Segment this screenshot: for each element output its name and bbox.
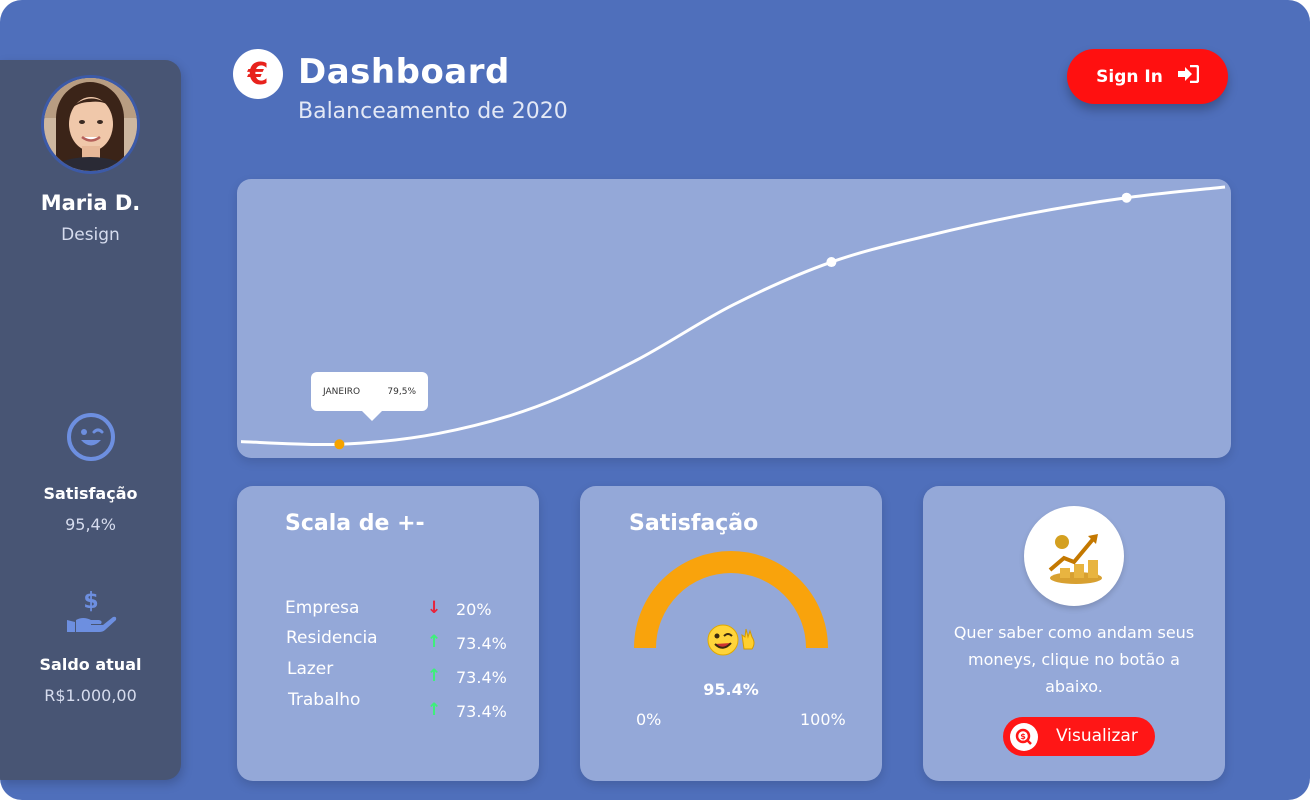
- view-button-label: Visualizar: [1056, 726, 1138, 746]
- balance-chart: JANEIRO 79,5%: [237, 179, 1231, 458]
- euro-icon: €: [233, 49, 283, 99]
- scale-item-value: 73.4%: [456, 702, 507, 721]
- scale-item-name: Empresa: [285, 598, 360, 618]
- winking-face-icon: [0, 411, 181, 467]
- chart-tooltip: JANEIRO 79,5%: [311, 372, 428, 421]
- gauge-min-label: 0%: [636, 710, 662, 729]
- money-growth-chart-icon: [1024, 506, 1124, 606]
- scale-title: Scala de +-: [285, 511, 425, 536]
- hand-money-icon: $: [0, 586, 181, 640]
- app-frame: Maria D. Design Satisfação 95,4% $ Saldo…: [0, 0, 1310, 800]
- scale-item-name: Lazer: [287, 659, 334, 679]
- line-chart-svg: [240, 185, 1226, 450]
- sidebar: Maria D. Design Satisfação 95,4% $ Saldo…: [0, 60, 181, 780]
- satisfaction-value: 95,4%: [65, 515, 116, 534]
- arrow-down-icon: ↓: [427, 598, 442, 618]
- info-text: Quer saber como andam seus moneys, cliqu…: [953, 623, 1195, 696]
- avatar[interactable]: [41, 75, 140, 174]
- satisfaction-label: Satisfação: [43, 484, 138, 503]
- arrow-up-icon: ↑: [427, 700, 442, 720]
- scale-item-name: Trabalho: [288, 690, 361, 710]
- arrow-up-icon: ↑: [427, 632, 442, 652]
- sign-in-label: Sign In: [1096, 66, 1163, 87]
- sign-in-icon: [1177, 64, 1200, 88]
- data-point-9[interactable]: [1121, 192, 1132, 203]
- tooltip-label: JANEIRO: [323, 386, 361, 397]
- user-role: Design: [61, 225, 120, 245]
- search-coin-icon: $: [1010, 723, 1038, 751]
- page-title: Dashboard: [298, 52, 510, 92]
- page-subtitle: Balanceamento de 2020: [298, 99, 568, 124]
- avatar-photo: [44, 78, 137, 171]
- scale-item-value: 73.4%: [456, 634, 507, 653]
- svg-text:$: $: [1020, 732, 1026, 741]
- sign-in-button[interactable]: Sign In: [1067, 49, 1228, 104]
- satisfaction-card: Satisfação 95.4% 0% 100%: [580, 486, 882, 781]
- scale-card: Scala de +- Empresa ↓ 20% Residencia ↑ 73.4% L…: [237, 486, 539, 781]
- data-point-1[interactable]: [334, 439, 345, 450]
- tooltip-value: 79,5%: [387, 386, 416, 397]
- scale-item-name: Residencia: [286, 628, 378, 648]
- gauge-value: 95.4%: [703, 680, 759, 699]
- balance-value: R$1.000,00: [44, 686, 137, 705]
- scale-item-value: 20%: [456, 600, 492, 619]
- data-point-6[interactable]: [826, 257, 837, 268]
- user-name: Maria D.: [40, 191, 141, 215]
- arrow-up-icon: ↑: [427, 666, 442, 686]
- winking-waving-emoji-icon: [706, 623, 758, 663]
- info-card: Quer saber como andam seus moneys, cliqu…: [923, 486, 1225, 781]
- scale-item-value: 73.4%: [456, 668, 507, 687]
- balance-label: Saldo atual: [39, 655, 142, 674]
- gauge-max-label: 100%: [800, 710, 846, 729]
- svg-text:$: $: [83, 589, 98, 614]
- view-button[interactable]: $ Visualizar: [1003, 717, 1155, 756]
